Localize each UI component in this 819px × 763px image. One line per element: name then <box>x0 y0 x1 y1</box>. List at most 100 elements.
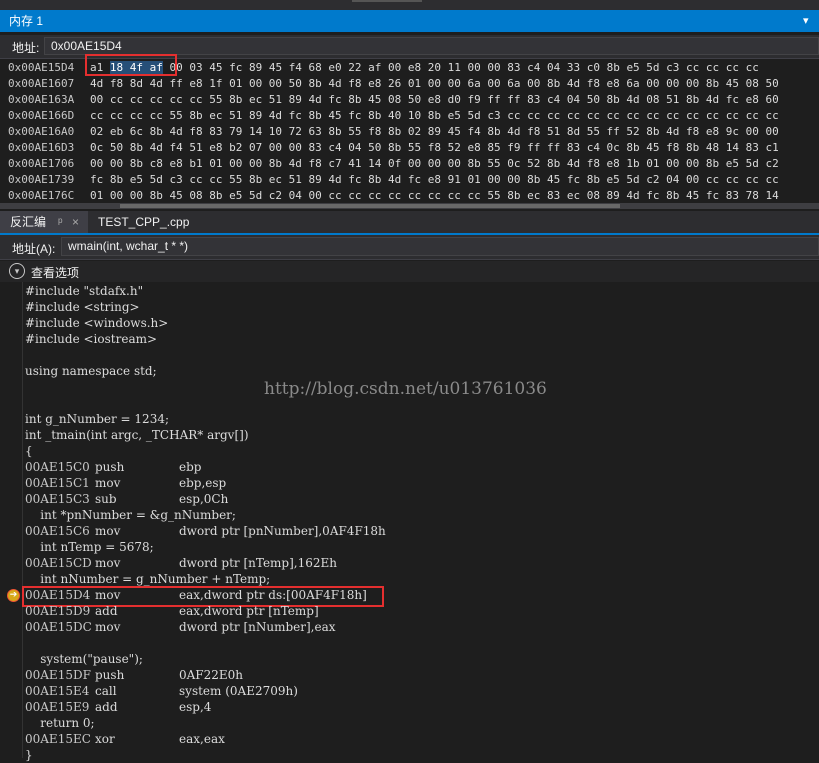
asm-line[interactable]: 00AE15EC xor eax,eax <box>25 731 225 747</box>
highlight-box-memory-bytes <box>85 54 177 76</box>
asm-mnemonic: push <box>95 668 125 682</box>
memory-row-address: 0x00AE16D3 <box>8 141 75 154</box>
asm-mnemonic: push <box>95 460 125 474</box>
memory-row[interactable]: 0x00AE1706 00 00 8b c8 e8 b1 01 00 00 8b … <box>8 156 779 172</box>
source-line[interactable]: #include <string> <box>25 299 140 315</box>
view-options-label: 查看选项 <box>31 266 80 280</box>
asm-line[interactable]: 00AE15C3 sub esp,0Ch <box>25 491 228 507</box>
asm-line[interactable]: 00AE15DF push 0AF22E0h <box>25 667 243 683</box>
disasm-address-input[interactable]: wmain(int, wchar_t * *) <box>61 237 819 256</box>
memory-address-input[interactable]: 0x00AE15D4 <box>44 37 819 55</box>
asm-line[interactable]: 00AE15D9 add eax,dword ptr [nTemp] <box>25 603 319 619</box>
asm-line[interactable]: 00AE15C0 push ebp <box>25 459 201 475</box>
asm-operands: 0AF22E0h <box>179 668 244 682</box>
source-line[interactable]: return 0; <box>25 715 94 731</box>
memory-address-label: 地址: <box>12 41 40 55</box>
asm-line[interactable]: 00AE15C1 mov ebp,esp <box>25 475 226 491</box>
tab-disassembly[interactable]: 反汇编 ᵖ × <box>0 211 88 233</box>
asm-operands: ebp,esp <box>179 476 227 490</box>
memory-row-address: 0x00AE166D <box>8 109 75 122</box>
memory-row-address: 0x00AE163A <box>8 93 75 106</box>
asm-address: 00AE15D9 <box>25 604 91 618</box>
pin-icon[interactable]: ᵖ <box>58 211 63 233</box>
source-line[interactable]: int _tmain(int argc, _TCHAR* argv[]) <box>25 427 249 443</box>
memory-row-bytes[interactable]: 00 00 8b c8 e8 b1 01 00 00 8b 4d f8 c7 4… <box>90 157 779 170</box>
memory-row-bytes[interactable]: cc cc cc cc 55 8b ec 51 89 4d fc 8b 45 f… <box>90 109 779 122</box>
memory-horizontal-scrollbar[interactable] <box>0 203 819 209</box>
breakpoint-gutter[interactable] <box>0 282 23 758</box>
memory-row[interactable]: 0x00AE1607 4d f8 8d 4d ff e8 1f 01 00 00 … <box>8 76 779 92</box>
document-tabs: 反汇编 ᵖ × TEST_CPP_.cpp <box>0 211 819 235</box>
memory-row-bytes[interactable]: fc 8b e5 5d c3 cc cc 55 8b ec 51 89 4d f… <box>90 173 779 186</box>
source-line[interactable]: int *pnNumber = &g_nNumber; <box>25 507 236 523</box>
memory-row[interactable]: 0x00AE176C 01 00 00 8b 45 08 8b e5 5d c2 … <box>8 188 779 203</box>
memory-row[interactable]: 0x00AE166D cc cc cc cc 55 8b ec 51 89 4d … <box>8 108 779 124</box>
source-line[interactable]: system("pause"); <box>25 651 143 667</box>
memory-row[interactable]: 0x00AE16A0 02 eb 6c 8b 4d f8 83 79 14 10 … <box>8 124 779 140</box>
dropdown-arrow-icon[interactable]: ▾ <box>803 15 813 27</box>
asm-mnemonic: mov <box>95 556 121 570</box>
asm-line[interactable]: 00AE15DC mov dword ptr [nNumber],eax <box>25 619 336 635</box>
source-line[interactable]: { <box>25 443 33 459</box>
source-line[interactable]: } <box>25 747 33 763</box>
source-line[interactable]: int nTemp = 5678; <box>25 539 153 555</box>
asm-line[interactable]: 00AE15D4 mov eax,dword ptr ds:[00AF4F18h] <box>25 587 367 603</box>
memory-row-address: 0x00AE1739 <box>8 173 75 186</box>
asm-address: 00AE15D4 <box>25 588 91 602</box>
asm-mnemonic: add <box>95 700 118 714</box>
asm-address: 00AE15C0 <box>25 460 90 474</box>
memory-row[interactable]: 0x00AE163A 00 cc cc cc cc cc 55 8b ec 51 … <box>8 92 779 108</box>
disassembly-code-view[interactable]: http://blog.csdn.net/u013761036 ➔ #inclu… <box>0 282 819 762</box>
asm-address: 00AE15DF <box>25 668 91 682</box>
asm-operands: esp,0Ch <box>179 492 229 506</box>
memory-row[interactable]: 0x00AE1739 fc 8b e5 5d c3 cc cc 55 8b ec … <box>8 172 779 188</box>
asm-address: 00AE15DC <box>25 620 92 634</box>
asm-mnemonic: mov <box>95 476 121 490</box>
source-line[interactable]: #include <windows.h> <box>25 315 168 331</box>
asm-mnemonic: mov <box>95 620 121 634</box>
memory-window-titlebar: 内存 1 ▾ <box>0 10 819 32</box>
disasm-address-label: 地址(A): <box>12 242 56 256</box>
memory-hex-view[interactable]: 0x00AE15D4 a1 18 4f af 00 03 45 fc 89 45 … <box>0 59 819 203</box>
close-icon[interactable]: × <box>72 211 79 233</box>
memory-row[interactable]: 0x00AE16D3 0c 50 8b 4d f4 51 e8 b2 07 00 … <box>8 140 779 156</box>
memory-row-address: 0x00AE15D4 <box>8 61 75 74</box>
source-line[interactable]: using namespace std; <box>25 363 157 379</box>
chevron-down-icon[interactable]: ▾ <box>9 263 25 279</box>
memory-row-bytes[interactable]: 4d f8 8d 4d ff e8 1f 01 00 00 50 8b 4d f… <box>90 77 779 90</box>
asm-mnemonic: mov <box>95 588 121 602</box>
asm-operands: eax,eax <box>179 732 225 746</box>
asm-line[interactable]: 00AE15CD mov dword ptr [nTemp],162Eh <box>25 555 337 571</box>
asm-operands: dword ptr [nNumber],eax <box>179 620 336 634</box>
source-line[interactable]: int nNumber = g_nNumber + nTemp; <box>25 571 270 587</box>
scrollbar-thumb[interactable] <box>120 204 620 208</box>
asm-address: 00AE15C1 <box>25 476 90 490</box>
asm-address: 00AE15E9 <box>25 700 90 714</box>
source-line[interactable]: #include <iostream> <box>25 331 157 347</box>
view-options-bar[interactable]: ▾ 查看选项 <box>0 261 819 282</box>
asm-address: 00AE15E4 <box>25 684 90 698</box>
asm-operands: dword ptr [pnNumber],0AF4F18h <box>179 524 386 538</box>
asm-line[interactable]: 00AE15C6 mov dword ptr [pnNumber],0AF4F18h <box>25 523 386 539</box>
tab-source-file[interactable]: TEST_CPP_.cpp <box>98 211 189 233</box>
asm-address: 00AE15CD <box>25 556 92 570</box>
asm-address: 00AE15C6 <box>25 524 90 538</box>
asm-operands: eax,dword ptr [nTemp] <box>179 604 319 618</box>
memory-row-bytes[interactable]: 02 eb 6c 8b 4d f8 83 79 14 10 72 63 8b 5… <box>90 125 779 138</box>
memory-row-bytes[interactable]: 01 00 00 8b 45 08 8b e5 5d c2 04 00 cc c… <box>90 189 779 202</box>
memory-row-address: 0x00AE1607 <box>8 77 75 90</box>
asm-line[interactable]: 00AE15E9 add esp,4 <box>25 699 211 715</box>
memory-row-bytes[interactable]: 00 cc cc cc cc cc 55 8b ec 51 89 4d fc 8… <box>90 93 779 106</box>
memory-row-bytes[interactable]: 0c 50 8b 4d f4 51 e8 b2 07 00 00 83 c4 0… <box>90 141 779 154</box>
source-line[interactable]: int g_nNumber = 1234; <box>25 411 169 427</box>
disasm-address-bar: 地址(A): wmain(int, wchar_t * *) <box>0 235 819 260</box>
asm-operands: ebp <box>179 460 202 474</box>
memory-row-bytes[interactable]: 00 03 45 fc 89 45 f4 68 e0 22 af 00 e8 2… <box>163 61 758 74</box>
asm-operands: eax,dword ptr ds:[00AF4F18h] <box>179 588 367 602</box>
top-toolbar-strip <box>0 0 819 10</box>
memory-row-address: 0x00AE176C <box>8 189 75 202</box>
asm-mnemonic: sub <box>95 492 117 506</box>
asm-line[interactable]: 00AE15E4 call system (0AE2709h) <box>25 683 298 699</box>
source-line[interactable]: #include "stdafx.h" <box>25 283 143 299</box>
tab-disassembly-label: 反汇编 <box>10 215 47 229</box>
